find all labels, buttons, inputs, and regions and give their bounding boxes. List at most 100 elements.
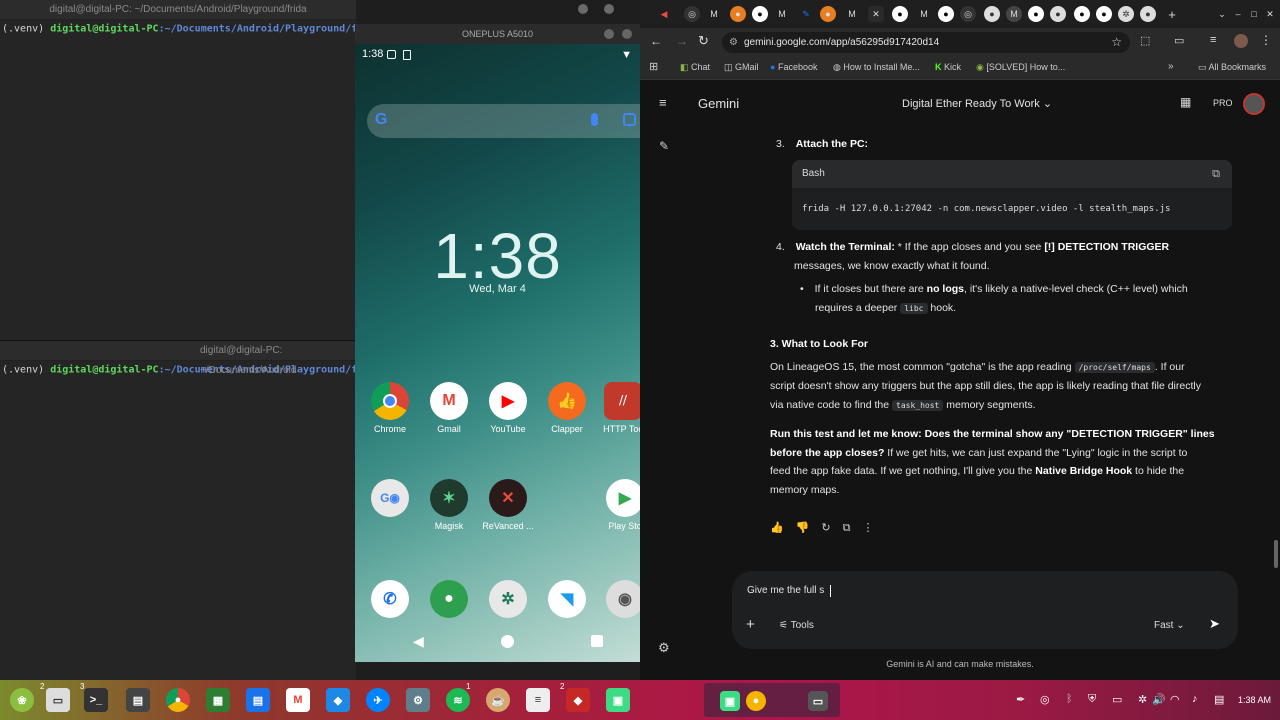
regenerate-icon[interactable]: ↻ [821,519,830,538]
workspace-android-icon[interactable]: ▣ [720,691,740,711]
url-input[interactable]: ⚙ gemini.google.com/app/a56295d917420d14… [722,32,1130,53]
extensions-icon[interactable]: ⬚ [1140,34,1150,47]
tray-feather-icon[interactable]: ✒ [1016,693,1025,706]
tray-audio-icon[interactable]: ♪ [1192,693,1198,705]
tray-volume-icon[interactable]: 🔊 [1152,693,1166,706]
close-icon[interactable] [604,4,614,14]
new-tab-icon[interactable]: + [1164,6,1180,22]
bookmark-all[interactable]: ▭ All Bookmarks [1198,62,1266,73]
settings-taskbar-icon[interactable]: ⚙ [406,688,430,712]
tab-favicon-m2[interactable]: M [774,6,790,22]
thumbs-up-icon[interactable]: 👍 [770,519,784,538]
tab-favicon-github3[interactable]: ● [938,6,954,22]
new-chat-icon[interactable]: ✎ [659,139,669,153]
recents-icon[interactable] [591,635,603,647]
tab-favicon-github[interactable]: ● [752,6,768,22]
start-menu-icon[interactable]: ❀ [10,688,34,712]
messenger-icon[interactable]: ✈ [366,688,390,712]
close-icon[interactable] [622,29,632,39]
phone-screen[interactable]: 1:38 ▼ G 1:38 Wed, Mar 4 Chrome M Gmail … [355,24,640,662]
back-icon[interactable]: ◀ [413,633,424,650]
terminal-top[interactable]: digital@digital-PC: ~/Documents/Android/… [0,0,356,340]
home-icon[interactable] [501,635,514,648]
tab-favicon-m3[interactable]: M [844,6,860,22]
bookmark-solved[interactable]: ◉ [SOLVED] How to... [976,62,1065,73]
lens-icon[interactable] [623,113,636,126]
tab-favicon-chat[interactable]: ● [984,6,1000,22]
media-icon[interactable]: ≡ [1210,34,1216,46]
gmail-taskbar-icon[interactable]: M [286,688,310,712]
home-clock[interactable]: 1:38 [355,219,640,293]
dock-phone[interactable]: ✆ [360,580,420,622]
forward-arrow-icon[interactable]: → [676,34,688,48]
tray-shield-icon[interactable]: ⛨ [1088,693,1096,706]
tab-favicon-orange2[interactable]: ● [820,6,836,22]
dock-settings[interactable]: ✲ [478,580,538,622]
spotify-icon[interactable]: ≋ [446,688,470,712]
tab-favicon-m5[interactable]: M [1006,6,1022,22]
scrollbar[interactable] [1274,540,1278,568]
more-options-icon[interactable]: ⋮ [862,519,873,538]
app-clapper[interactable]: 👍 Clapper [537,382,597,434]
copy-icon[interactable]: ⧉ [1212,160,1220,188]
conversation-title[interactable]: Digital Ether Ready To Work ⌄ [902,97,1052,110]
tab-favicon-chat3[interactable]: ● [1140,6,1156,22]
tab-favicon-reddit[interactable]: ◎ [684,6,700,22]
text-editor-icon[interactable]: ≡ [526,688,550,712]
google-search-bar[interactable]: G [367,104,640,138]
cast-icon[interactable]: ▭ [1174,34,1184,47]
bookmark-star-icon[interactable]: ☆ [1111,32,1122,53]
workspace-chrome-icon[interactable]: ● [746,691,766,711]
bookmark-kick[interactable]: K Kick [935,62,961,72]
android-studio-icon[interactable]: ▣ [606,688,630,712]
tab-favicon-chat2[interactable]: ● [1050,6,1066,22]
app-youtube[interactable]: ▶ YouTube [478,382,538,434]
add-attachment-icon[interactable]: + [746,616,755,633]
profile-avatar[interactable] [1234,34,1248,48]
app-gmail[interactable]: M Gmail [419,382,479,434]
tray-bluetooth-icon[interactable]: ᛒ [1066,693,1073,705]
editor-icon[interactable]: ◆ [326,688,350,712]
tab-favicon-orange[interactable]: ● [730,6,746,22]
spreadsheet-icon[interactable]: ▦ [206,688,230,712]
site-info-icon[interactable]: ⚙ [729,32,738,53]
workspace-terminal-icon[interactable]: ▭ [808,691,828,711]
window-maximize-icon[interactable]: □ [1246,6,1262,22]
mic-icon[interactable] [591,113,598,126]
tab-search-icon[interactable]: ⌄ [1214,6,1230,22]
tray-wifi-icon[interactable]: ◠ [1170,693,1180,706]
minimize-icon[interactable] [578,4,588,14]
share-icon[interactable]: ▦ [1180,95,1191,109]
tab-favicon-pen[interactable]: ✎ [798,6,814,22]
mode-selector[interactable]: Fast ⌄ [1154,620,1185,631]
tab-active-close-icon[interactable]: ✕ [868,6,884,22]
app-revanced[interactable]: ✕ ReVanced ... [478,479,538,531]
dock-files[interactable]: ◥ [537,580,597,622]
thumbs-down-icon[interactable]: 👎 [796,519,810,538]
chrome-menu-icon[interactable]: ⋮ [1260,33,1272,47]
file-manager-icon[interactable]: ▭ [46,688,70,712]
app-google-folder[interactable]: G◉ [360,479,420,521]
tab-favicon-tv[interactable]: ◀ [656,6,672,22]
tab-favicon-github4[interactable]: ● [1028,6,1044,22]
tray-slack-icon[interactable]: ✲ [1138,693,1147,706]
back-arrow-icon[interactable]: ← [650,34,662,48]
menu-icon[interactable]: ≡ [659,95,667,110]
send-icon[interactable]: ➤ [1209,616,1220,632]
account-avatar[interactable] [1243,93,1265,115]
tab-favicon-reddit2[interactable]: ◎ [960,6,976,22]
docs-icon[interactable]: ▤ [246,688,270,712]
bookmark-gmail[interactable]: ◫ GMail [724,62,759,73]
minimize-icon[interactable] [604,29,614,39]
system-monitor-icon[interactable]: ▤ [126,688,150,712]
tray-clipboard-icon[interactable]: ▤ [1214,693,1224,706]
more-bookmarks-icon[interactable]: » [1168,61,1174,72]
copy-response-icon[interactable]: ⧉ [843,519,851,538]
app-chrome[interactable]: Chrome [360,382,420,434]
prompt-composer[interactable]: Give me the full s + ⚟ Tools Fast ⌄ ➤ [732,571,1238,649]
bookmark-how-to-install[interactable]: ◍ How to Install Me... [833,62,920,73]
tray-camera-icon[interactable]: ◎ [1040,693,1050,706]
window-minimize-icon[interactable]: – [1230,6,1246,22]
app-play-store[interactable]: ▶ Play Sto [595,479,640,531]
bookmark-facebook[interactable]: ● Facebook [770,62,817,72]
